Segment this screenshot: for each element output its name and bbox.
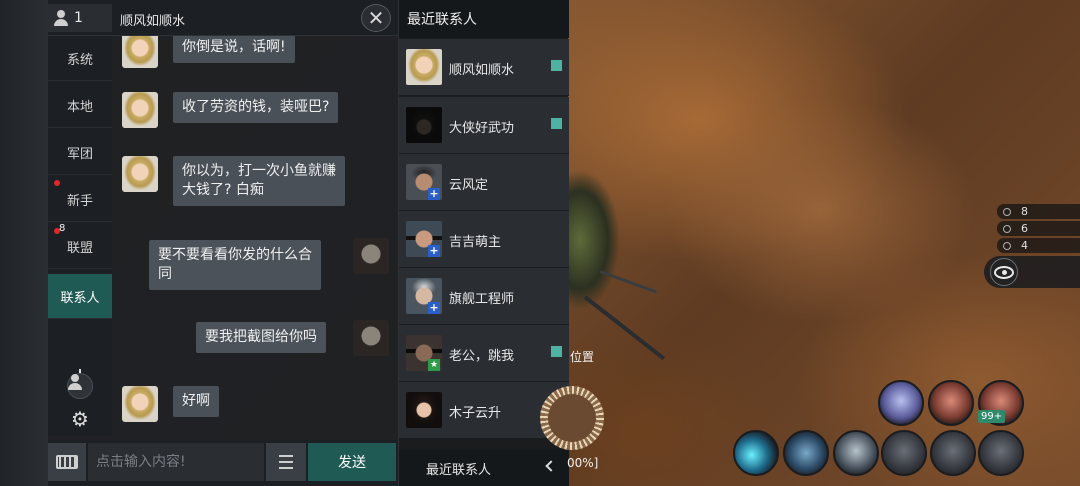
alliance-badge: 8 bbox=[59, 223, 66, 234]
channel-local[interactable]: 本地 bbox=[48, 83, 112, 128]
member-count-value: 1 bbox=[74, 10, 83, 26]
message-line: 你以为，打一次小鱼就赚 bbox=[182, 163, 336, 179]
stat-row: 8 bbox=[997, 204, 1080, 219]
chat-title: 顺风如顺水 bbox=[120, 14, 186, 29]
module-slot[interactable] bbox=[833, 430, 879, 476]
eye-icon bbox=[990, 258, 1018, 286]
online-indicator bbox=[551, 118, 562, 129]
avatar-self bbox=[353, 238, 389, 274]
message-bubble-self: 要我把截图给你吗 bbox=[196, 322, 326, 353]
settings-gear-icon[interactable]: ⚙ bbox=[67, 406, 93, 432]
message-bubble: 好啊 bbox=[173, 386, 219, 417]
contact-row[interactable]: ★ 老公，跳我 bbox=[399, 325, 569, 382]
contact-name: 顺风如顺水 bbox=[449, 63, 515, 78]
contacts-footer-toggle[interactable]: 最近联系人 bbox=[399, 450, 569, 486]
contact-name: 云风定 bbox=[449, 178, 489, 193]
send-button[interactable]: 发送 bbox=[308, 443, 396, 481]
contact-row[interactable]: 大侠好武功 bbox=[399, 97, 569, 154]
module-slot[interactable] bbox=[978, 430, 1024, 476]
module-slot[interactable] bbox=[733, 430, 779, 476]
message-list: 你倒是说，话啊! 收了劳资的钱，装哑巴? 你以为，打一次小鱼就赚 大钱了? 白痴… bbox=[116, 36, 398, 436]
keyboard-icon bbox=[56, 455, 78, 469]
add-contact-badge: + bbox=[428, 301, 440, 314]
avatar bbox=[122, 156, 158, 192]
speed-percent: 00%] bbox=[567, 456, 599, 470]
message-line: 要不要看看你发的什么合 bbox=[158, 247, 312, 263]
view-toggle-button[interactable] bbox=[984, 256, 1080, 288]
avatar bbox=[122, 386, 158, 422]
add-contact-badge: + bbox=[428, 244, 440, 257]
stat-row: 4 bbox=[997, 238, 1080, 253]
stat-icon bbox=[1003, 207, 1011, 216]
keyboard-button[interactable] bbox=[48, 443, 86, 481]
left-edge-panel bbox=[0, 0, 48, 486]
add-contact-badge: + bbox=[428, 187, 440, 200]
contacts-footer-label: 最近联系人 bbox=[426, 462, 492, 478]
message-bubble: 你倒是说，话啊! bbox=[173, 36, 295, 63]
input-bar: 发送 bbox=[48, 440, 398, 486]
contact-row[interactable]: + 旗舰工程师 bbox=[399, 268, 569, 325]
channel-contacts[interactable]: 联系人 bbox=[48, 274, 112, 319]
module-slot[interactable] bbox=[878, 380, 924, 426]
contact-row[interactable]: + 吉吉萌主 bbox=[399, 211, 569, 268]
contact-name: 旗舰工程师 bbox=[449, 292, 515, 307]
contact-name: 吉吉萌主 bbox=[449, 235, 502, 250]
close-button[interactable]: ✕ bbox=[361, 4, 391, 32]
contact-avatar bbox=[406, 107, 442, 143]
contact-row[interactable]: 顺风如顺水 bbox=[399, 39, 569, 96]
module-slot[interactable] bbox=[881, 430, 927, 476]
contact-avatar bbox=[406, 392, 442, 428]
avatar bbox=[122, 36, 158, 68]
contacts-header: 最近联系人 bbox=[399, 0, 569, 38]
contact-name: 老公，跳我 bbox=[449, 349, 515, 364]
menu-icon bbox=[279, 455, 293, 457]
channel-corp[interactable]: 军团 bbox=[48, 130, 112, 175]
channel-system[interactable]: 系统 bbox=[48, 36, 112, 81]
unread-dot bbox=[54, 180, 60, 186]
menu-button[interactable] bbox=[266, 443, 306, 481]
close-icon: ✕ bbox=[367, 6, 385, 30]
avatar-self bbox=[353, 320, 389, 356]
avatar bbox=[122, 92, 158, 128]
position-label: 位置 bbox=[570, 350, 595, 364]
stat-icon bbox=[1003, 241, 1011, 250]
member-count-button[interactable]: 1 bbox=[48, 4, 112, 32]
stat-row: 6 bbox=[997, 221, 1080, 236]
message-bubble: 收了劳资的钱，装哑巴? bbox=[173, 92, 339, 123]
message-bubble-self: 要不要看看你发的什么合 同 bbox=[149, 240, 321, 290]
contact-row[interactable]: + 云风定 bbox=[399, 154, 569, 211]
message-line: 大钱了? 白痴 bbox=[182, 182, 264, 198]
chat-window: 1 顺风如顺水 ✕ 系统 本地 军团 新手 联盟 联系人 8 ⚙ 你倒是说，话啊… bbox=[48, 0, 398, 486]
chevron-left-icon bbox=[545, 460, 557, 472]
user-icon bbox=[54, 10, 68, 26]
online-indicator bbox=[551, 60, 562, 71]
message-bubble: 你以为，打一次小鱼就赚 大钱了? 白痴 bbox=[173, 156, 345, 206]
contact-name: 大侠好武功 bbox=[449, 121, 515, 136]
stat-icon bbox=[1003, 224, 1011, 233]
overview-stats: 8 6 4 bbox=[997, 204, 1080, 255]
contact-name: 木子云升 bbox=[449, 406, 502, 421]
module-slot[interactable] bbox=[783, 430, 829, 476]
message-line: 同 bbox=[158, 266, 172, 282]
star-badge-icon: ★ bbox=[428, 359, 440, 371]
channel-sidebar: 系统 本地 军团 新手 联盟 联系人 8 ⚙ bbox=[48, 36, 112, 436]
online-indicator bbox=[551, 346, 562, 357]
module-slot[interactable] bbox=[928, 380, 974, 426]
module-slot[interactable] bbox=[930, 430, 976, 476]
profile-icon[interactable] bbox=[67, 373, 93, 399]
contact-avatar bbox=[406, 49, 442, 85]
message-input[interactable] bbox=[88, 443, 264, 481]
module-count-badge: 99+ bbox=[978, 410, 1006, 423]
chat-header: 1 顺风如顺水 ✕ bbox=[48, 0, 398, 36]
